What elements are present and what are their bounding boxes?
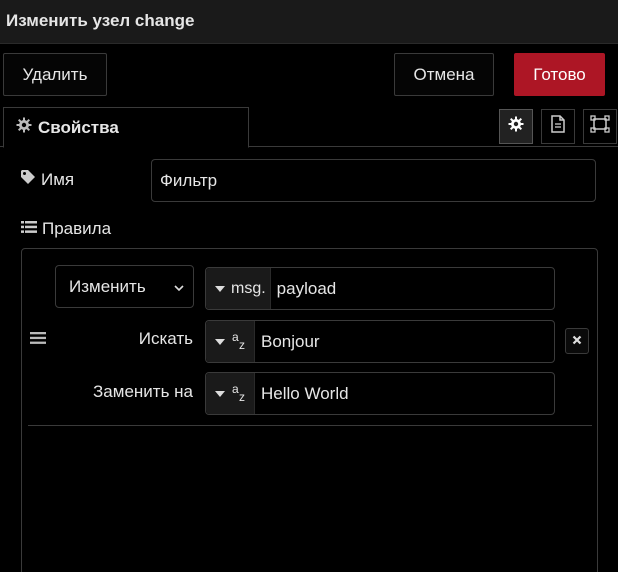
string-type-icon: az [232, 381, 245, 404]
tab-properties-label: Свойства [38, 117, 119, 137]
tab-appearance[interactable] [583, 109, 617, 144]
dialog-title: Изменить узел change [6, 11, 195, 30]
gear-icon [16, 117, 38, 138]
done-button[interactable]: Готово [514, 53, 605, 96]
close-icon [572, 332, 582, 350]
string-type-icon: az [232, 329, 245, 352]
tab-properties[interactable]: Свойства [3, 107, 249, 148]
caret-down-icon [215, 385, 225, 403]
list-icon [21, 219, 42, 239]
search-value: Bonjour [261, 331, 320, 351]
replace-input[interactable]: az Hello World [205, 372, 555, 415]
appearance-frame-icon [590, 115, 610, 138]
property-type-label: msg. [231, 279, 266, 297]
rule-action-value: Изменить [69, 276, 146, 296]
replace-label: Заменить на [93, 382, 193, 401]
tag-icon [20, 169, 41, 190]
dialog-titlebar: Изменить узел change [0, 0, 618, 44]
drag-handle-icon[interactable] [30, 331, 46, 350]
tab-bar: Свойства [0, 103, 618, 148]
dialog-toolbar: Удалить Отмена Готово [0, 44, 618, 103]
name-label-text: Имя [41, 169, 75, 189]
rules-label: Правила [21, 219, 111, 239]
cancel-button[interactable]: Отмена [394, 53, 494, 96]
tab-settings[interactable] [499, 109, 533, 144]
tab-description[interactable] [541, 109, 575, 144]
remove-rule-button[interactable] [565, 328, 589, 354]
replace-type-button[interactable]: az [206, 373, 255, 414]
property-type-button[interactable]: msg. [206, 268, 271, 309]
search-label: Искать [138, 329, 193, 348]
replace-value: Hello World [261, 383, 349, 403]
search-type-button[interactable]: az [206, 321, 255, 362]
delete-button[interactable]: Удалить [3, 53, 107, 96]
gear-icon [508, 116, 524, 137]
rule-action-select[interactable]: Изменить [55, 265, 194, 308]
search-input[interactable]: az Bonjour [205, 320, 555, 363]
rule-divider [28, 425, 592, 426]
name-label: Имя [20, 169, 74, 190]
chevron-down-icon [173, 279, 185, 299]
caret-down-icon [215, 333, 225, 351]
name-field[interactable]: Фильтр [151, 159, 596, 202]
property-target-input[interactable]: msg. payload [205, 267, 555, 310]
property-target-value: payload [276, 278, 337, 298]
document-icon [550, 115, 566, 138]
caret-down-icon [215, 280, 225, 298]
rules-label-text: Правила [42, 219, 112, 238]
